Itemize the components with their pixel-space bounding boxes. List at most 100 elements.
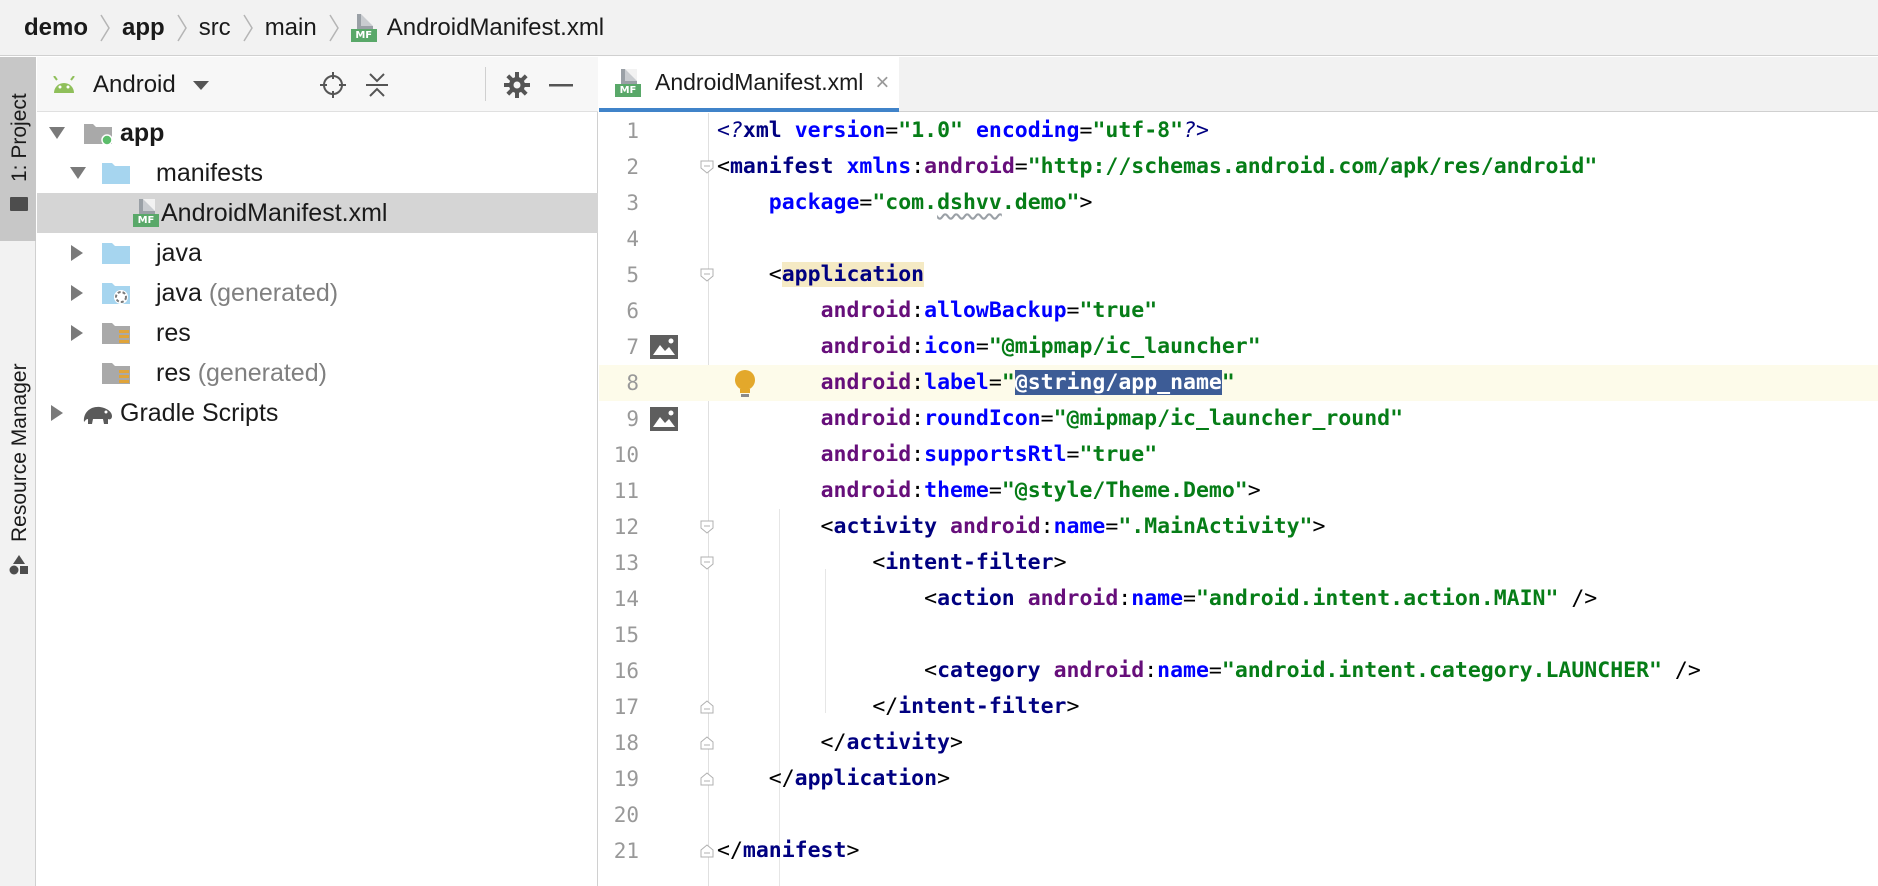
collapsed-arrow-icon[interactable] [67,313,87,353]
tree-item-res[interactable]: res [37,313,598,353]
expanded-arrow-icon[interactable] [68,153,88,193]
line-number: 18 [613,731,639,755]
line-number: 5 [626,263,639,287]
tree-label: app [120,119,165,147]
code-line: 9 android:roundIcon="@mipmap/ic_launcher… [599,401,1878,437]
breadcrumb-item-app[interactable]: app [122,0,165,56]
breadcrumb: demo app src main MF AndroidManifest.xml [0,0,1878,56]
code-line: 5 <application [599,257,1878,293]
code-line: 7 android:icon="@mipmap/ic_launcher" [599,329,1878,365]
chevron-down-icon [192,80,209,90]
code-line: 10 android:supportsRtl="true" [599,437,1878,473]
image-preview-icon[interactable] [650,407,678,431]
tree-item-manifests[interactable]: manifests [37,153,598,193]
line-number: 19 [613,767,639,791]
fold-open-icon[interactable] [700,268,714,282]
tree-label: res (generated) [156,359,327,387]
line-number: 3 [626,191,639,215]
manifest-file-icon: MF [133,199,159,227]
tree-item-java-generated[interactable]: java (generated) [37,273,598,313]
collapsed-arrow-icon[interactable] [67,273,87,313]
line-number: 12 [613,515,639,539]
fold-open-icon[interactable] [700,520,714,534]
code-line: 17 </intent-filter> [599,689,1878,725]
fold-close-icon[interactable] [700,736,714,750]
line-number: 10 [613,443,639,467]
minimize-icon[interactable] [545,69,577,101]
generated-folder-icon [102,283,130,304]
line-number: 17 [613,695,639,719]
line-number: 15 [613,623,639,647]
fold-open-icon[interactable] [700,160,714,174]
tab-androidmanifest[interactable]: MF AndroidManifest.xml × [599,57,899,112]
tree-item-res-generated[interactable]: res (generated) [37,353,598,393]
manifest-file-icon: MF [350,13,377,42]
close-icon[interactable]: × [875,69,889,97]
tree-label: java (generated) [156,279,339,307]
chevron-right-icon [165,0,199,56]
resource-folder-icon [102,323,130,344]
expanded-arrow-icon[interactable] [47,113,67,153]
tree-item-androidmanifest[interactable]: MF AndroidManifest.xml [37,193,598,233]
project-view-selector[interactable]: Android [51,57,210,112]
code-line: 3 package="com.dshvv.demo"> [599,185,1878,221]
breadcrumb-item-main[interactable]: main [265,0,317,56]
project-view-label: Android [93,70,176,98]
resource-folder-icon [102,363,130,384]
code-line: 21 </manifest> [599,833,1878,869]
code-line: 20 [599,797,1878,833]
code-line: 13 <intent-filter> [599,545,1878,581]
code-line: 14 <action android:name="android.intent.… [599,581,1878,617]
editor: MF AndroidManifest.xml × 1 <?xml version… [599,57,1878,886]
breadcrumb-item-demo[interactable]: demo [24,0,88,56]
fold-close-icon[interactable] [700,844,714,858]
code-area[interactable]: 1 <?xml version="1.0" encoding="utf-8"?>… [599,113,1878,886]
line-number: 14 [613,587,639,611]
tree-item-gradle-scripts[interactable]: Gradle Scripts [37,393,598,433]
android-icon [53,75,75,93]
project-tool-button[interactable]: 1: Project [0,57,36,241]
breadcrumb-file-label: AndroidManifest.xml [386,13,605,41]
resource-manager-label: Resource Manager [8,363,31,542]
project-tool-label: 1: Project [8,93,31,182]
breadcrumb-item-file[interactable]: MF AndroidManifest.xml [350,0,605,56]
line-number: 16 [613,659,639,683]
gear-icon[interactable] [501,69,533,101]
tree-label: res [156,319,191,347]
folder-icon [102,243,130,264]
collapsed-arrow-icon[interactable] [47,393,67,433]
shapes-icon [9,555,28,575]
code-line: 16 <category android:name="android.inten… [599,653,1878,689]
folder-icon [102,163,130,184]
line-number: 2 [626,155,639,179]
code-line: 15 [599,617,1878,653]
module-folder-icon [84,124,113,146]
fold-close-icon[interactable] [700,772,714,786]
chevron-right-icon [317,0,351,56]
code-line: 12 <activity android:name=".MainActivity… [599,509,1878,545]
tree-label: AndroidManifest.xml [161,199,388,227]
folder-icon [10,197,28,211]
fold-close-icon[interactable] [700,700,714,714]
code-line: 4 [599,221,1878,257]
fold-open-icon[interactable] [700,556,714,570]
text-selection: @string/app_name [1014,370,1222,395]
code-line: 6 android:allowBackup="true" [599,293,1878,329]
tree-item-app[interactable]: app [37,113,598,153]
line-number: 21 [613,839,639,863]
tree-label: manifests [156,159,263,187]
collapse-all-icon[interactable] [361,69,393,101]
breadcrumb-item-src[interactable]: src [199,0,231,56]
code-line: 18 </activity> [599,725,1878,761]
resource-manager-tool-button[interactable]: Resource Manager [0,262,36,582]
tree-item-java[interactable]: java [37,233,598,273]
collapsed-arrow-icon[interactable] [67,233,87,273]
project-panel: Android app manifests MF AndroidManifest… [37,57,598,886]
tab-label: AndroidManifest.xml [655,69,864,95]
locate-icon[interactable] [317,69,349,101]
line-number: 11 [613,479,639,503]
editor-tab-bar: MF AndroidManifest.xml × [599,57,1878,112]
chevron-right-icon [88,0,122,56]
chevron-right-icon [231,0,265,56]
image-preview-icon[interactable] [650,335,678,359]
